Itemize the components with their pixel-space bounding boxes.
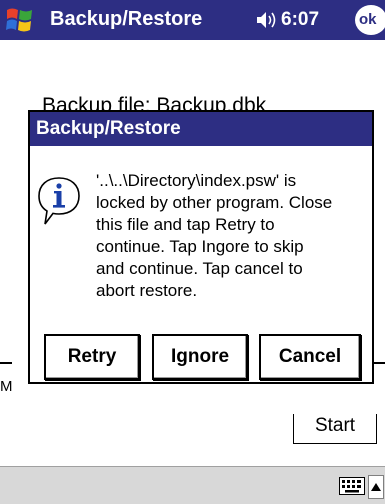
info-icon xyxy=(37,176,81,228)
retry-button[interactable]: Retry xyxy=(44,334,140,380)
partial-label: M xyxy=(0,378,13,395)
windows-flag-icon[interactable] xyxy=(4,4,36,36)
message-line: '..\..\Directory\index.psw' is xyxy=(96,171,297,190)
start-button[interactable]: Start xyxy=(293,414,377,444)
message-line: abort restore. xyxy=(96,281,198,300)
up-arrow-icon[interactable] xyxy=(368,475,384,499)
locked-file-dialog: Backup/Restore '..\..\Directory\index.ps… xyxy=(28,110,374,384)
title-bar: Backup/Restore 6:07 ok xyxy=(0,0,385,40)
message-line: this file and tap Retry to xyxy=(96,215,275,234)
app-title: Backup/Restore xyxy=(50,8,203,30)
cancel-button[interactable]: Cancel xyxy=(259,334,361,380)
ignore-button[interactable]: Ignore xyxy=(152,334,248,380)
message-line: continue. Tap Ingore to skip xyxy=(96,237,304,256)
dialog-message: '..\..\Directory\index.psw' is locked by… xyxy=(96,170,332,302)
keyboard-icon[interactable] xyxy=(339,477,365,495)
message-line: and continue. Tap cancel to xyxy=(96,259,303,278)
command-bar xyxy=(0,466,385,504)
clock[interactable]: 6:07 xyxy=(281,9,319,31)
speaker-icon[interactable] xyxy=(255,10,279,30)
ok-button[interactable]: ok xyxy=(355,5,385,35)
dialog-title: Backup/Restore xyxy=(36,118,181,139)
message-line: locked by other program. Close xyxy=(96,193,333,212)
divider-right xyxy=(373,362,385,364)
divider-left xyxy=(0,362,12,364)
dialog-title-bar: Backup/Restore xyxy=(30,112,372,146)
